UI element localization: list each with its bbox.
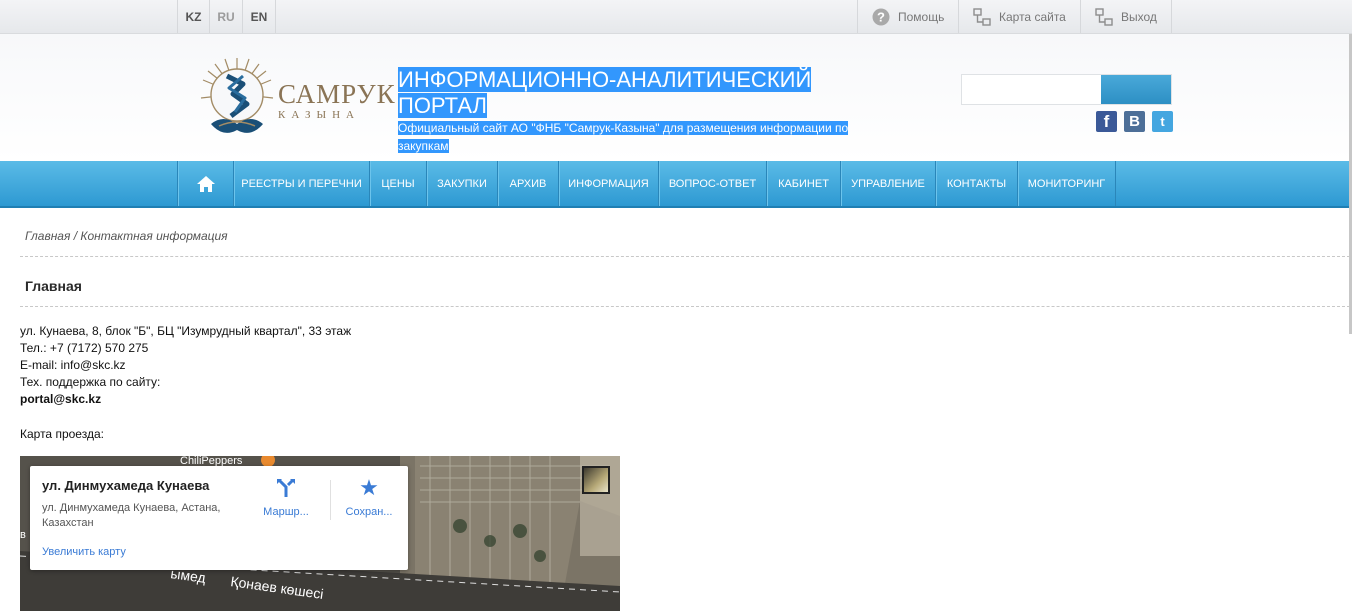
place-address: ул. Динмухамеда Кунаева, Астана, Казахст… [42, 502, 221, 529]
sitemap-icon [973, 7, 991, 26]
top-bar: KZ RU EN ? Помощь Карта сайта Выход [0, 0, 1352, 34]
portal-title: ИНФОРМАЦИОННО-АНАЛИТИЧЕСКИЙ ПОРТАЛ [398, 67, 812, 118]
sitemap-link[interactable]: Карта сайта [958, 0, 1080, 33]
logo-line-1: САМРУК [278, 79, 396, 109]
logout-icon [1095, 7, 1113, 26]
nav-prices[interactable]: ЦЕНЫ [369, 161, 426, 206]
directions-icon [253, 476, 319, 500]
lang-ru[interactable]: RU [210, 0, 243, 33]
sitemap-label: Карта сайта [999, 9, 1066, 24]
contact-address: ул. Кунаева, 8, блок "Б", БЦ "Изумрудный… [20, 324, 352, 338]
lang-kz[interactable]: KZ [177, 0, 210, 33]
nav-archive[interactable]: АРХИВ [497, 161, 558, 206]
map-label: Карта проезда: [20, 427, 104, 441]
portal-subtitle: Официальный сайт АО "ФНБ "Самрук-Казына"… [398, 121, 849, 153]
logout-label: Выход [1121, 9, 1157, 24]
nav-monitoring[interactable]: МОНИТОРИНГ [1017, 161, 1116, 206]
twitter-icon[interactable]: t [1152, 111, 1173, 132]
enlarge-map-link[interactable]: Увеличить карту [42, 546, 126, 558]
page: KZ RU EN ? Помощь Карта сайта Выход САМР… [0, 0, 1352, 611]
lang-en[interactable]: EN [243, 0, 276, 33]
home-icon [196, 175, 215, 192]
nav-management[interactable]: УПРАВЛЕНИЕ [840, 161, 935, 206]
search-button[interactable] [1101, 75, 1171, 104]
samruk-emblem-icon [200, 58, 274, 133]
map-edge-label: в [20, 529, 26, 541]
nav-faq[interactable]: ВОПРОС-ОТВЕТ [658, 161, 766, 206]
vk-icon[interactable]: B [1124, 111, 1145, 132]
map-layer-toggle[interactable] [582, 466, 610, 494]
breadcrumb[interactable]: Главная / Контактная информация [25, 229, 228, 243]
place-name: ул. Динмухамеда Кунаева [42, 478, 210, 493]
directions-label: Маршр... [263, 506, 309, 518]
contact-email: E-mail: info@skc.kz [20, 358, 126, 372]
question-icon: ? [872, 8, 890, 26]
svg-text:?: ? [877, 9, 885, 24]
nav-contacts[interactable]: КОНТАКТЫ [935, 161, 1017, 206]
search-input[interactable] [962, 75, 1101, 104]
main-nav: РЕЕСТРЫ И ПЕРЕЧНИ ЦЕНЫ ЗАКУПКИ АРХИВ ИНФ… [0, 161, 1352, 208]
help-label: Помощь [898, 9, 945, 24]
save-place-button[interactable]: ★ Сохран... [336, 475, 402, 519]
divider [20, 256, 1350, 257]
nav-home[interactable] [177, 161, 233, 206]
nav-information[interactable]: ИНФОРМАЦИЯ [558, 161, 658, 206]
page-title: Главная [25, 278, 82, 294]
directions-button[interactable]: Маршр... [253, 476, 319, 518]
help-link[interactable]: ? Помощь [857, 0, 958, 33]
map-info-card: ул. Динмухамеда Кунаева ул. Динмухамеда … [30, 466, 408, 570]
search-box [961, 74, 1172, 105]
contact-phone: Тел.: +7 (7172) 570 275 [20, 341, 149, 355]
portal-title-block: ИНФОРМАЦИОННО-АНАЛИТИЧЕСКИЙ ПОРТАЛ Офици… [398, 67, 888, 155]
logout-link[interactable]: Выход [1080, 0, 1172, 33]
logo-text: САМРУК КАЗЫНА [278, 79, 396, 122]
save-label: Сохран... [345, 506, 393, 518]
divider [330, 480, 331, 520]
support-label: Тех. поддержка по сайту: [20, 375, 161, 389]
nav-cabinet[interactable]: КАБИНЕТ [766, 161, 840, 206]
site-header: САМРУК КАЗЫНА ИНФОРМАЦИОННО-АНАЛИТИЧЕСКИ… [0, 34, 1352, 161]
nav-registries[interactable]: РЕЕСТРЫ И ПЕРЕЧНИ [233, 161, 369, 206]
contact-info: ул. Кунаева, 8, блок "Б", БЦ "Изумрудный… [20, 323, 351, 408]
nav-purchases[interactable]: ЗАКУПКИ [426, 161, 497, 206]
logo-line-2: КАЗЫНА [278, 109, 360, 121]
facebook-icon[interactable]: f [1096, 111, 1117, 132]
support-email[interactable]: portal@skc.kz [20, 391, 351, 408]
star-icon: ★ [359, 475, 379, 500]
divider [20, 306, 1350, 307]
